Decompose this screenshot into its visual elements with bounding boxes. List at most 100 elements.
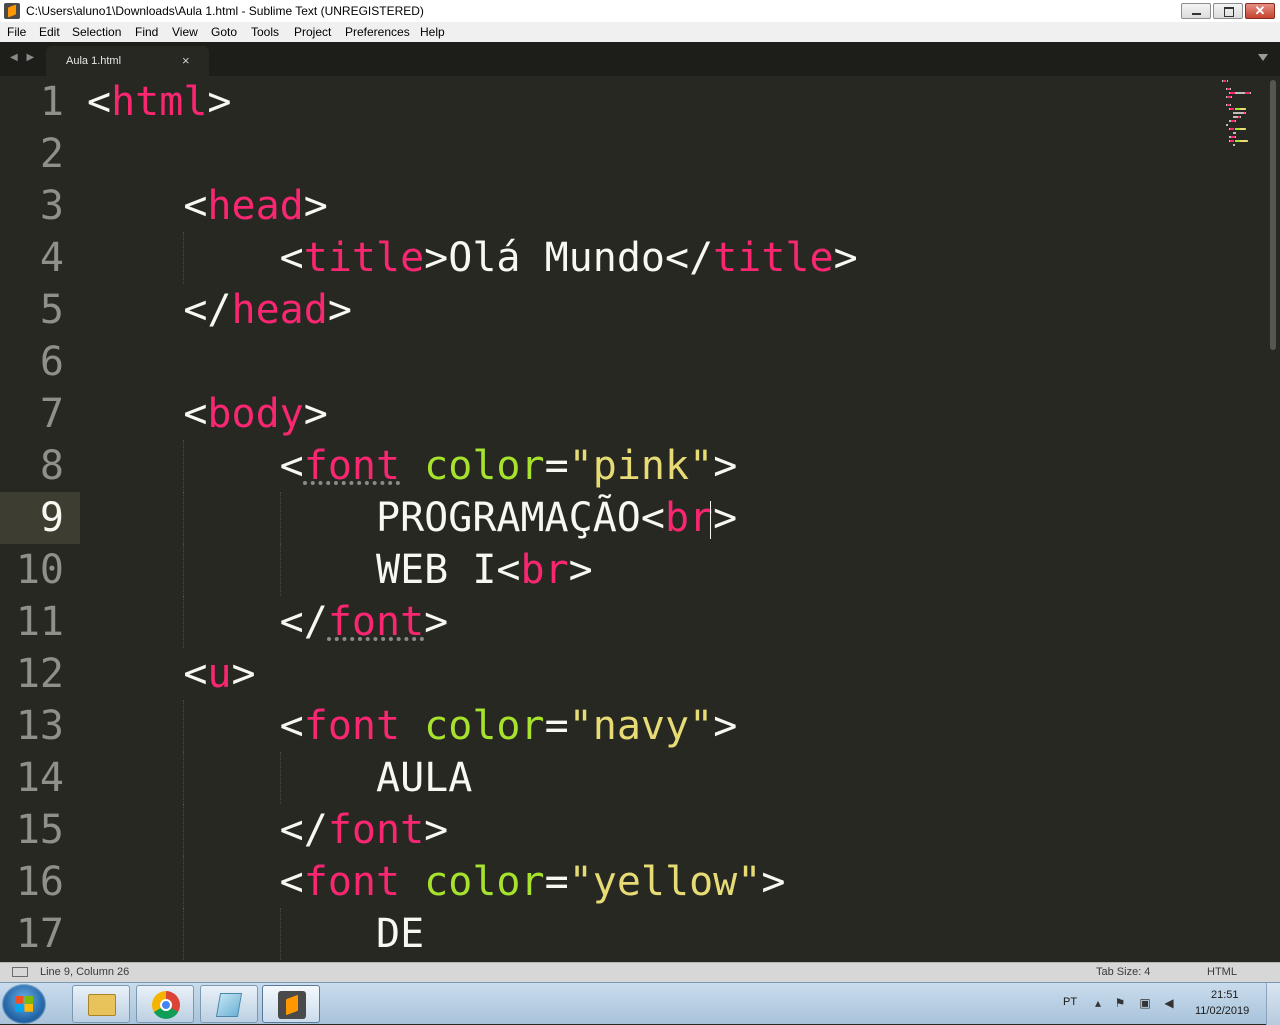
code-token: >: [424, 807, 449, 853]
line-number: 7: [39, 391, 64, 437]
code-token: title: [303, 235, 425, 281]
taskbar-sublime[interactable]: [262, 985, 320, 1023]
line-number: 11: [15, 599, 64, 645]
maximize-button[interactable]: [1213, 3, 1243, 19]
code-line[interactable]: <font color="yellow">: [87, 856, 786, 908]
show-hidden-icons-icon[interactable]: ▴: [1091, 996, 1105, 1010]
code-token: <: [87, 443, 304, 489]
action-center-flag-icon[interactable]: ⚑: [1113, 996, 1127, 1010]
minimap-stroke: [1234, 120, 1236, 122]
minimap-stroke: [1230, 108, 1234, 110]
close-button[interactable]: ✕: [1245, 3, 1275, 19]
menu-help[interactable]: Help: [420, 25, 445, 39]
minimize-button[interactable]: [1181, 3, 1211, 19]
code-line[interactable]: <font color="pink">: [87, 440, 738, 492]
code-line[interactable]: PROGRAMAÇÃO<br>: [87, 492, 737, 544]
indent-guide: [183, 752, 185, 804]
code-line[interactable]: </head>: [87, 284, 352, 336]
tab-bar: ◀ ▶ Aula 1.html ×: [0, 42, 1280, 76]
code-line[interactable]: WEB I<br>: [87, 544, 593, 596]
code-line[interactable]: <head>: [87, 180, 328, 232]
code-token: >: [303, 391, 328, 437]
tab-dropdown-icon[interactable]: [1258, 54, 1268, 61]
clock-date[interactable]: 11/02/2019: [1195, 1005, 1249, 1017]
line-number: 3: [39, 183, 64, 229]
language-indicator[interactable]: PT: [1063, 996, 1077, 1008]
line-number-gutter: 1 2 3 4 5 6 7 8 9 10 11 12 13 14 15 16 17: [0, 76, 80, 962]
line-number: 13: [15, 703, 64, 749]
chrome-icon: [152, 991, 180, 1019]
panel-toggle-icon[interactable]: [12, 967, 28, 977]
show-desktop-button[interactable]: [1266, 983, 1280, 1025]
code-token: color: [424, 859, 545, 905]
line-number: 5: [39, 287, 64, 333]
menu-project[interactable]: Project: [294, 25, 331, 39]
code-token: =: [544, 703, 569, 749]
indent-guide: [279, 908, 281, 960]
tab-close-icon[interactable]: ×: [182, 53, 190, 68]
menu-selection[interactable]: Selection: [72, 25, 121, 39]
code-line[interactable]: <u>: [87, 648, 255, 700]
code-token: >: [713, 495, 738, 541]
tab-aula-1-html[interactable]: Aula 1.html ×: [46, 46, 209, 76]
code-editor[interactable]: 1 2 3 4 5 6 7 8 9 10 11 12 13 14 15 16 17 <html> <head> …: [0, 76, 1280, 962]
code-token: >: [761, 859, 786, 905]
syntax-indicator[interactable]: HTML: [1207, 966, 1237, 978]
minimap-stroke: [1245, 112, 1247, 114]
code-token: >: [327, 287, 352, 333]
indent-guide: [279, 752, 281, 804]
menu-find[interactable]: Find: [135, 25, 158, 39]
line-number: 16: [15, 859, 64, 905]
indent-guide: [279, 492, 281, 544]
vertical-scrollbar[interactable]: [1268, 76, 1278, 962]
minimap-stroke: [1226, 80, 1228, 82]
clock-time[interactable]: 21:51: [1211, 989, 1239, 1001]
taskbar-explorer[interactable]: [72, 985, 130, 1023]
minimap-stroke: [1231, 96, 1232, 98]
code-token: WEB I<: [87, 547, 521, 593]
indent-guide: [183, 804, 185, 856]
code-token: "navy": [568, 703, 714, 749]
code-line[interactable]: </font>: [87, 596, 449, 648]
code-token: PROGRAMAÇÃO<: [87, 495, 665, 541]
menu-file[interactable]: File: [7, 25, 26, 39]
code-line[interactable]: </font>: [87, 804, 449, 856]
code-token: title: [713, 235, 834, 281]
minimap[interactable]: [1218, 76, 1268, 156]
code-token: <: [87, 703, 304, 749]
close-icon: ✕: [1254, 3, 1266, 18]
code-line[interactable]: <html>: [87, 76, 232, 128]
minimap-stroke: [1247, 140, 1249, 142]
line-number: 12: [15, 651, 64, 697]
network-icon[interactable]: ▣: [1138, 996, 1152, 1010]
code-line[interactable]: <body>: [87, 388, 328, 440]
code-token: </: [87, 807, 328, 853]
code-line[interactable]: <font color="navy">: [87, 700, 738, 752]
code-line[interactable]: DE: [87, 908, 424, 960]
code-line[interactable]: <title>Olá Mundo</title>: [87, 232, 858, 284]
menu-preferences[interactable]: Preferences: [345, 25, 410, 39]
volume-icon[interactable]: ◀: [1162, 996, 1176, 1010]
menu-goto[interactable]: Goto: [211, 25, 237, 39]
cursor-position: Line 9, Column 26: [40, 966, 130, 978]
tab-navigation-arrows[interactable]: ◀ ▶: [10, 52, 37, 63]
title-bar: C:\Users\aluno1\Downloads\Aula 1.html - …: [0, 0, 1280, 23]
menu-view[interactable]: View: [172, 25, 198, 39]
indent-guide: [183, 700, 185, 752]
menu-edit[interactable]: Edit: [39, 25, 60, 39]
code-token: head: [207, 183, 304, 229]
code-token: font: [303, 859, 401, 905]
tab-size-indicator[interactable]: Tab Size: 4: [1096, 966, 1150, 978]
menu-tools[interactable]: Tools: [251, 25, 279, 39]
code-token: </: [87, 599, 328, 645]
start-button[interactable]: [2, 984, 46, 1024]
taskbar-chrome[interactable]: [136, 985, 194, 1023]
scrollbar-thumb[interactable]: [1270, 80, 1276, 350]
minimap-stroke: [1240, 140, 1248, 142]
indent-guide: [279, 544, 281, 596]
indent-guide: [183, 856, 185, 908]
code-token: u: [207, 651, 232, 697]
minimap-stroke: [1245, 128, 1247, 130]
taskbar-notepad[interactable]: [200, 985, 258, 1023]
